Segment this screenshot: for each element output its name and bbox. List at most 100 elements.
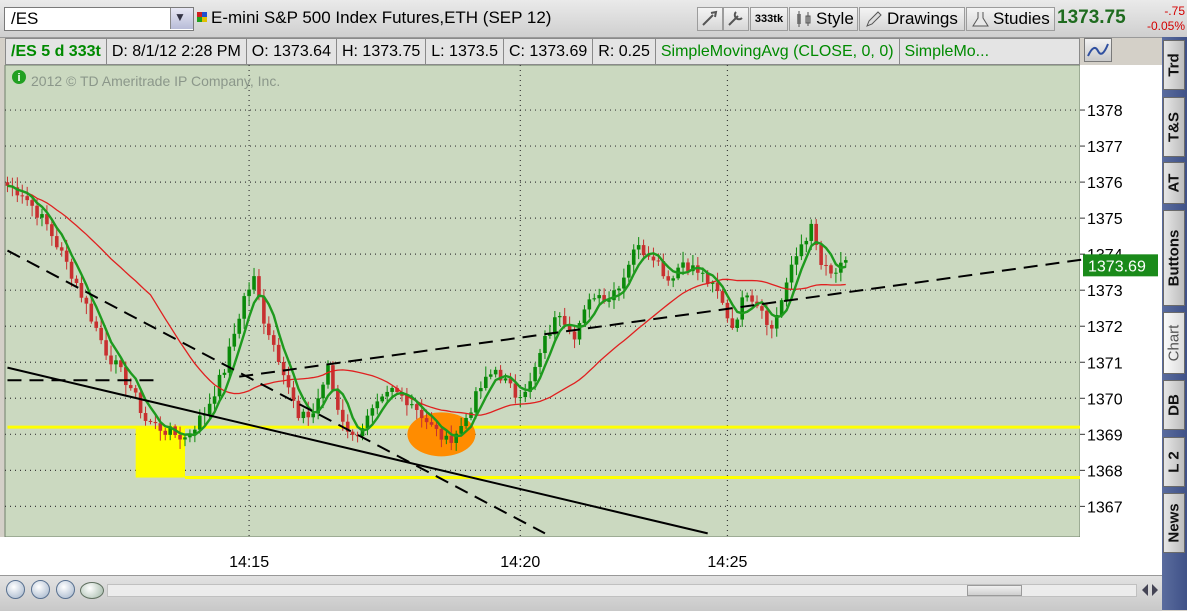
studies-button[interactable]: Studies <box>966 7 1055 31</box>
candle-body <box>666 276 671 281</box>
candle-body <box>267 323 271 336</box>
crosshair-button[interactable] <box>6 580 25 599</box>
candle-body <box>30 200 34 206</box>
candle-body <box>483 376 488 389</box>
candle-body <box>617 288 621 291</box>
bar-close: C: 1373.69 <box>504 39 594 64</box>
style-label: Style <box>816 9 854 28</box>
candle-body <box>143 413 148 421</box>
candle-body <box>262 297 266 324</box>
candle-body <box>296 400 301 419</box>
candle-body <box>449 435 454 443</box>
symbol-dropdown-button[interactable]: ▼ <box>170 8 193 29</box>
candle-body <box>94 321 99 328</box>
candle-body <box>232 333 237 347</box>
scrollbar-thumb[interactable] <box>967 585 1022 596</box>
candle-body <box>562 315 567 325</box>
candle-body <box>286 375 291 388</box>
wrench-icon <box>728 11 743 26</box>
candle-body <box>474 391 478 413</box>
candle-body <box>291 387 296 401</box>
candle-body <box>247 289 251 297</box>
candle-body <box>819 244 823 265</box>
candle-body <box>641 245 646 256</box>
y-tick-label: 1372 <box>1087 319 1123 336</box>
price-chart[interactable]: 1367136813691370137113721373137413751376… <box>0 65 1162 575</box>
candle-body <box>464 417 468 427</box>
tab-news[interactable]: News <box>1163 493 1185 553</box>
tab-level-2[interactable]: L 2 <box>1163 437 1185 487</box>
candle-body <box>50 224 54 237</box>
candle-body <box>459 426 463 434</box>
tab-chart[interactable]: Chart <box>1163 312 1185 374</box>
tab-active-trader[interactable]: AT <box>1163 162 1185 204</box>
candle-body <box>109 355 113 365</box>
y-tick-label: 1373 <box>1087 283 1123 300</box>
pencil-icon <box>866 11 882 27</box>
zoom-in-button[interactable] <box>31 580 50 599</box>
info-icon-glyph: i <box>17 72 20 84</box>
candle-body <box>133 388 138 393</box>
candle-body <box>750 295 754 302</box>
study-label-sma-fast[interactable]: SimpleMovingAvg (CLOSE, 0, 0) <box>656 39 900 64</box>
y-tick-label: 1368 <box>1087 463 1123 480</box>
bar-date: D: 8/1/12 2:28 PM <box>107 39 247 64</box>
copyright-text: 2012 © TD Ameritrade IP Company, Inc. <box>31 73 280 89</box>
expand-icon[interactable] <box>1140 581 1160 599</box>
candle-body <box>770 324 774 329</box>
candle-body <box>671 278 675 281</box>
candle-body <box>148 420 153 422</box>
candle-body <box>626 264 631 278</box>
fit-button[interactable] <box>80 582 104 599</box>
wrench-icon <box>702 10 718 26</box>
candle-body <box>178 434 182 440</box>
y-tick-label: 1377 <box>1087 139 1123 156</box>
candle-body <box>434 424 439 429</box>
candle-body <box>735 319 740 328</box>
percent-change: -0.05% <box>1146 19 1185 33</box>
style-button[interactable]: Style <box>789 7 858 31</box>
candle-body <box>385 391 389 397</box>
candle-body <box>336 389 340 410</box>
chart-info-bar: /ES 5 d 333t D: 8/1/12 2:28 PM O: 1373.6… <box>5 38 1080 65</box>
candle-body <box>84 297 89 304</box>
candle-body <box>784 282 789 301</box>
tab-time-and-sales[interactable]: T&S <box>1163 97 1185 157</box>
symbol-period[interactable]: /ES 5 d 333t <box>6 39 107 64</box>
y-tick-label: 1376 <box>1087 175 1123 192</box>
tab-trade[interactable]: Trd <box>1163 40 1185 90</box>
candle-body <box>730 318 735 328</box>
candle-body <box>479 388 483 392</box>
candle-body <box>380 396 385 402</box>
settings-button[interactable] <box>723 7 749 31</box>
tab-dynamic-book[interactable]: DB <box>1163 380 1185 430</box>
candle-body <box>69 261 74 279</box>
candle-body <box>745 295 749 298</box>
candle-body <box>217 374 222 397</box>
candle-body <box>306 411 311 418</box>
studies-panel-button[interactable] <box>1084 38 1112 62</box>
aggregation-badge[interactable]: 333tk <box>750 7 788 31</box>
tools-button[interactable] <box>697 7 723 31</box>
candle-body <box>163 430 168 435</box>
candle-body <box>622 277 626 289</box>
tab-buttons[interactable]: Buttons <box>1163 210 1185 306</box>
candle-body <box>301 411 306 419</box>
candle-body <box>257 276 261 298</box>
candle-body <box>252 276 256 290</box>
drawings-button[interactable]: Drawings <box>859 7 965 31</box>
study-label-sma-slow[interactable]: SimpleMo... <box>900 39 1079 64</box>
candle-body <box>222 372 227 375</box>
net-change: -.75 <box>1164 4 1185 18</box>
candle-body <box>587 299 592 310</box>
candle-body <box>74 278 79 284</box>
candle-body <box>636 245 641 250</box>
candle-body <box>720 291 725 303</box>
candle-body <box>79 283 84 298</box>
symbol-input[interactable]: /ES <box>4 7 194 31</box>
x-tick-label: 14:20 <box>500 554 540 571</box>
candle-body <box>390 387 394 392</box>
zoom-out-button[interactable] <box>56 580 75 599</box>
candle-body <box>340 409 345 422</box>
candle-body <box>410 404 414 406</box>
